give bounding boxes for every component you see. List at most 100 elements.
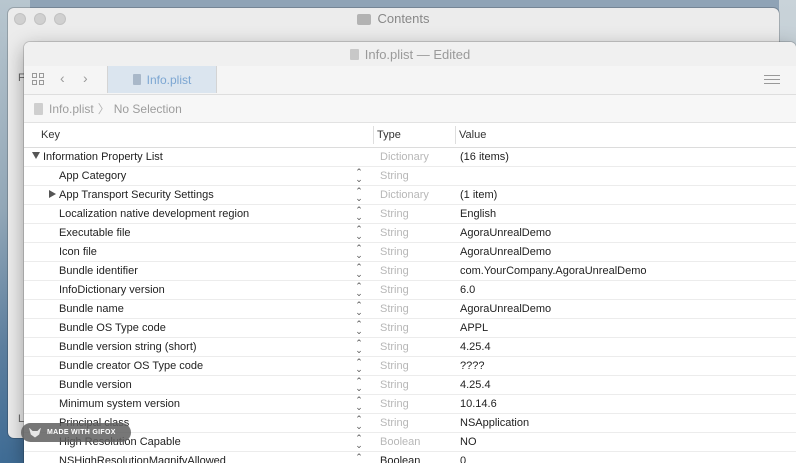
key-popup-stepper-icon[interactable]: ⌃⌄ bbox=[355, 206, 363, 222]
column-divider[interactable] bbox=[373, 126, 374, 144]
table-row[interactable]: Icon file ⌃ ⌄ String AgoraUnrealDemo bbox=[24, 243, 796, 262]
disclosure-collapsed-icon[interactable] bbox=[49, 190, 56, 198]
column-header-value[interactable]: Value bbox=[459, 129, 486, 141]
key-popup-stepper-icon[interactable]: ⌃⌄ bbox=[355, 225, 363, 241]
row-key[interactable]: Bundle identifier bbox=[59, 265, 138, 277]
row-key[interactable]: App Transport Security Settings bbox=[59, 189, 214, 201]
row-value[interactable]: NSApplication bbox=[460, 417, 529, 429]
plist-editor-window[interactable]: Info.plist — Edited ‹ › Info.plist Info.… bbox=[24, 42, 796, 463]
row-type[interactable]: Dictionary bbox=[380, 189, 429, 201]
row-value[interactable]: com.YourCompany.AgoraUnrealDemo bbox=[460, 265, 646, 277]
column-divider[interactable] bbox=[455, 126, 456, 144]
key-popup-stepper-icon[interactable]: ⌃⌄ bbox=[355, 415, 363, 431]
row-type[interactable]: Boolean bbox=[380, 455, 420, 463]
table-row[interactable]: Information Property List Dictionary (16 i… bbox=[24, 148, 796, 167]
table-row[interactable]: Principal class⌃⌄StringNSApplication bbox=[24, 414, 796, 433]
breadcrumb-separator-icon: 〉 bbox=[97, 102, 110, 116]
row-type[interactable]: String bbox=[380, 398, 409, 410]
row-value[interactable]: APPL bbox=[460, 322, 488, 334]
table-row[interactable]: Minimum system version ⌃ ⌄ String 10.14.6 bbox=[24, 395, 796, 414]
window-title: Info.plist — Edited bbox=[364, 46, 471, 62]
key-popup-stepper-icon[interactable]: ⌃⌄ bbox=[355, 320, 363, 336]
column-header-type[interactable]: Type bbox=[377, 129, 401, 141]
row-type[interactable]: String bbox=[380, 170, 409, 182]
related-items-icon[interactable] bbox=[32, 73, 44, 85]
table-row[interactable]: App Category ⌃ ⌄ String bbox=[24, 167, 796, 186]
row-key[interactable]: Bundle version bbox=[59, 379, 132, 391]
breadcrumb-selection[interactable]: No Selection bbox=[114, 102, 182, 116]
row-key[interactable]: InfoDictionary version bbox=[59, 284, 165, 296]
row-type[interactable]: String bbox=[380, 322, 409, 334]
row-key[interactable]: Localization native development region bbox=[59, 208, 249, 220]
table-row[interactable]: InfoDictionary version ⌃ ⌄ String 6.0 bbox=[24, 281, 796, 300]
row-value[interactable]: AgoraUnrealDemo bbox=[460, 227, 551, 239]
key-popup-stepper-icon[interactable]: ⌃⌄ bbox=[355, 358, 363, 374]
forward-chevron-icon[interactable]: › bbox=[83, 70, 88, 86]
row-key[interactable]: Bundle version string (short) bbox=[59, 341, 197, 353]
key-popup-stepper-icon[interactable]: ⌃⌄ bbox=[355, 187, 363, 203]
table-row[interactable]: Bundle version string (short) ⌃ ⌄ String 4.2… bbox=[24, 338, 796, 357]
key-popup-stepper-icon[interactable]: ⌃⌄ bbox=[355, 168, 363, 184]
key-popup-stepper-icon[interactable]: ⌃⌄ bbox=[355, 282, 363, 298]
row-type[interactable]: String bbox=[380, 265, 409, 277]
row-key[interactable]: Executable file bbox=[59, 227, 131, 239]
disclosure-expanded-icon[interactable] bbox=[32, 152, 40, 159]
tab-info-plist[interactable]: Info.plist bbox=[107, 66, 217, 93]
key-popup-stepper-icon[interactable]: ⌃⌄ bbox=[355, 244, 363, 260]
column-header-key[interactable]: Key bbox=[41, 129, 60, 141]
key-popup-stepper-icon[interactable]: ⌃⌄ bbox=[355, 396, 363, 412]
row-value[interactable]: 4.25.4 bbox=[460, 341, 491, 353]
row-value[interactable]: English bbox=[460, 208, 496, 220]
row-type[interactable]: Boolean bbox=[380, 436, 420, 448]
table-row[interactable]: Executable file ⌃ ⌄ String AgoraUnrealDemo bbox=[24, 224, 796, 243]
table-row[interactable]: Bundle OS Type code ⌃ ⌄ String APPL bbox=[24, 319, 796, 338]
key-popup-stepper-icon[interactable]: ⌃⌄ bbox=[355, 434, 363, 450]
row-key[interactable]: Information Property List bbox=[43, 151, 163, 163]
row-key[interactable]: App Category bbox=[59, 170, 126, 182]
row-type[interactable]: String bbox=[380, 379, 409, 391]
key-popup-stepper-icon[interactable]: ⌃⌄ bbox=[355, 453, 363, 463]
folder-icon bbox=[357, 14, 372, 25]
row-type[interactable]: String bbox=[380, 227, 409, 239]
key-popup-stepper-icon[interactable]: ⌃⌄ bbox=[355, 301, 363, 317]
key-popup-stepper-icon[interactable]: ⌃⌄ bbox=[355, 339, 363, 355]
row-type[interactable]: String bbox=[380, 360, 409, 372]
table-row[interactable]: Bundle version ⌃ ⌄ String 4.25.4 bbox=[24, 376, 796, 395]
editor-options-icon[interactable] bbox=[764, 75, 780, 87]
table-row[interactable]: Bundle creator OS Type code ⌃ ⌄ String???? bbox=[24, 357, 796, 376]
table-row[interactable]: Bundle identifier ⌃ ⌄ String com.YourCompany… bbox=[24, 262, 796, 281]
row-key[interactable]: Minimum system version bbox=[59, 398, 180, 410]
row-type[interactable]: String bbox=[380, 341, 409, 353]
row-key[interactable]: Bundle name bbox=[59, 303, 124, 315]
table-row[interactable]: High Resolution Capable ⌃ ⌄ Boolean NO bbox=[24, 433, 796, 452]
row-value[interactable]: AgoraUnrealDemo bbox=[460, 246, 551, 258]
row-key[interactable]: Bundle OS Type code bbox=[59, 322, 166, 334]
row-key[interactable]: Icon file bbox=[59, 246, 97, 258]
row-value[interactable]: AgoraUnrealDemo bbox=[460, 303, 551, 315]
table-row[interactable]: App Transport Security Settings ⌃ ⌄ Diction… bbox=[24, 186, 796, 205]
row-value[interactable]: NO bbox=[460, 436, 477, 448]
key-popup-stepper-icon[interactable]: ⌃⌄ bbox=[355, 377, 363, 393]
row-type[interactable]: String bbox=[380, 208, 409, 220]
back-chevron-icon[interactable]: ‹ bbox=[60, 70, 65, 86]
row-type[interactable]: String bbox=[380, 284, 409, 296]
table-row[interactable]: NSHighResolutionMagnifyAllowed ⌃⌄ Boolean 0 bbox=[24, 452, 796, 463]
breadcrumb-file[interactable]: Info.plist bbox=[49, 102, 94, 116]
row-value[interactable]: 10.14.6 bbox=[460, 398, 497, 410]
row-type[interactable]: Dictionary bbox=[380, 151, 429, 163]
row-key[interactable]: NSHighResolutionMagnifyAllowed bbox=[59, 455, 226, 463]
row-value[interactable]: 0 bbox=[460, 455, 466, 463]
row-value[interactable]: 6.0 bbox=[460, 284, 475, 296]
table-row[interactable]: Localization native development region ⌃ ⌄… bbox=[24, 205, 796, 224]
row-key[interactable]: Bundle creator OS Type code bbox=[59, 360, 203, 372]
row-value[interactable]: (16 items) bbox=[460, 151, 509, 163]
row-value[interactable]: 4.25.4 bbox=[460, 379, 491, 391]
row-value[interactable]: ???? bbox=[460, 360, 484, 372]
row-value[interactable]: (1 item) bbox=[460, 189, 497, 201]
table-row[interactable]: Bundle name ⌃ ⌄ String AgoraUnrealDemo bbox=[24, 300, 796, 319]
row-type[interactable]: String bbox=[380, 246, 409, 258]
fox-icon bbox=[29, 427, 41, 438]
key-popup-stepper-icon[interactable]: ⌃⌄ bbox=[355, 263, 363, 279]
row-type[interactable]: String bbox=[380, 303, 409, 315]
row-type[interactable]: String bbox=[380, 417, 409, 429]
